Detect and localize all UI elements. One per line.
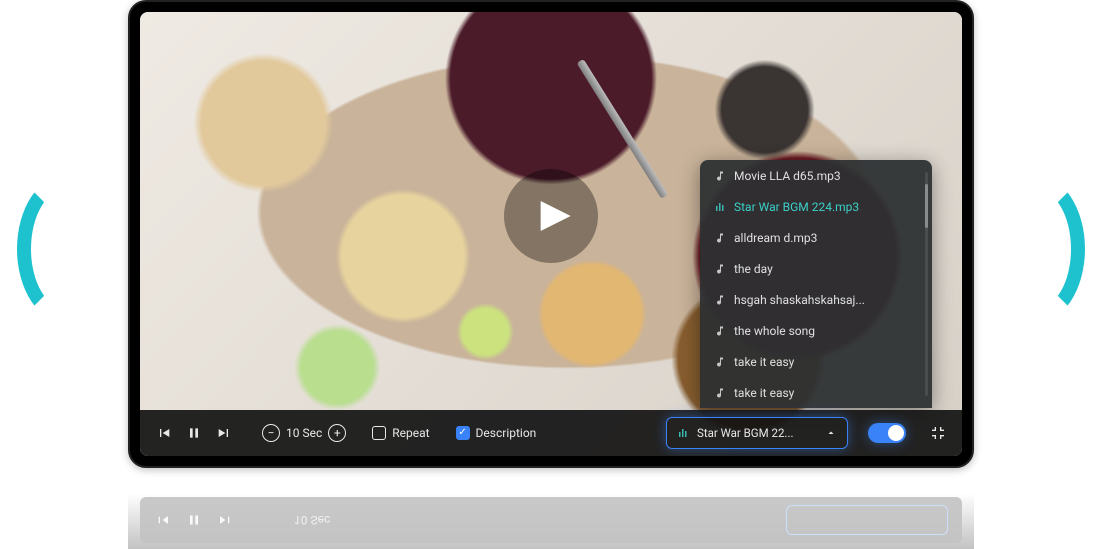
playlist-item[interactable]: take it easy bbox=[700, 346, 932, 377]
previous-button[interactable] bbox=[154, 423, 174, 443]
playlist-item-label: the day bbox=[734, 262, 773, 276]
control-bar: − 10 Sec + Repeat Description Star War B… bbox=[140, 410, 962, 456]
equalizer-icon bbox=[714, 201, 726, 213]
playlist-item-label: take it easy bbox=[734, 386, 794, 400]
pause-icon bbox=[186, 425, 202, 441]
playlist-item[interactable]: the whole song bbox=[700, 315, 932, 346]
skip-next-icon bbox=[216, 425, 232, 441]
skip-previous-icon bbox=[156, 425, 172, 441]
video-area: Movie LLA d65.mp3 Star War BGM 224.mp3 a… bbox=[140, 12, 962, 456]
playlist-item-label: Star War BGM 224.mp3 bbox=[734, 200, 859, 214]
music-note-icon bbox=[714, 232, 726, 244]
playlist-scrollbar[interactable] bbox=[925, 172, 928, 396]
play-button[interactable] bbox=[504, 169, 598, 263]
description-label: Description bbox=[476, 426, 537, 440]
playlist-item[interactable]: Star War BGM 224.mp3 bbox=[700, 191, 932, 222]
bgm-toggle[interactable] bbox=[868, 423, 906, 443]
next-button[interactable] bbox=[214, 423, 234, 443]
seconds-plus-button[interactable]: + bbox=[328, 424, 346, 442]
playlist-item[interactable]: alldream d.mp3 bbox=[700, 222, 932, 253]
music-note-icon bbox=[714, 356, 726, 368]
repeat-label: Repeat bbox=[392, 426, 429, 440]
play-icon bbox=[534, 196, 574, 236]
playlist-item-label: Movie LLA d65.mp3 bbox=[734, 169, 841, 183]
playlist-item[interactable]: the day bbox=[700, 253, 932, 284]
bgm-selected-label: Star War BGM 22... bbox=[697, 426, 794, 440]
tablet-frame: Movie LLA d65.mp3 Star War BGM 224.mp3 a… bbox=[128, 0, 974, 468]
playlist-item-label: hsgah shaskahskahsaj... bbox=[734, 293, 865, 307]
sound-wave-right bbox=[987, 145, 1102, 335]
music-note-icon bbox=[714, 294, 726, 306]
playlist-popup: Movie LLA d65.mp3 Star War BGM 224.mp3 a… bbox=[700, 160, 932, 408]
exit-fullscreen-button[interactable] bbox=[928, 423, 948, 443]
playlist-item-label: the whole song bbox=[734, 324, 815, 338]
playlist-item-label: alldream d.mp3 bbox=[734, 231, 817, 245]
playlist-item[interactable]: take it easy bbox=[700, 377, 932, 408]
music-note-icon bbox=[714, 170, 726, 182]
bgm-select-dropdown[interactable]: Star War BGM 22... bbox=[666, 417, 848, 449]
seconds-minus-button[interactable]: − bbox=[262, 424, 280, 442]
pause-button[interactable] bbox=[184, 423, 204, 443]
repeat-checkbox[interactable] bbox=[372, 426, 386, 440]
chevron-up-icon bbox=[825, 427, 837, 439]
playlist-item[interactable]: hsgah shaskahskahsaj... bbox=[700, 284, 932, 315]
exit-fullscreen-icon bbox=[930, 425, 946, 441]
music-note-icon bbox=[714, 325, 726, 337]
reflection: 10 Sec bbox=[128, 469, 974, 549]
music-note-icon bbox=[714, 263, 726, 275]
equalizer-icon bbox=[677, 427, 689, 439]
seconds-step-label: 10 Sec bbox=[286, 426, 322, 440]
description-checkbox[interactable] bbox=[456, 426, 470, 440]
sound-wave-left bbox=[0, 145, 115, 335]
music-note-icon bbox=[714, 387, 726, 399]
playlist-item-label: take it easy bbox=[734, 355, 794, 369]
playlist-item[interactable]: Movie LLA d65.mp3 bbox=[700, 160, 932, 191]
